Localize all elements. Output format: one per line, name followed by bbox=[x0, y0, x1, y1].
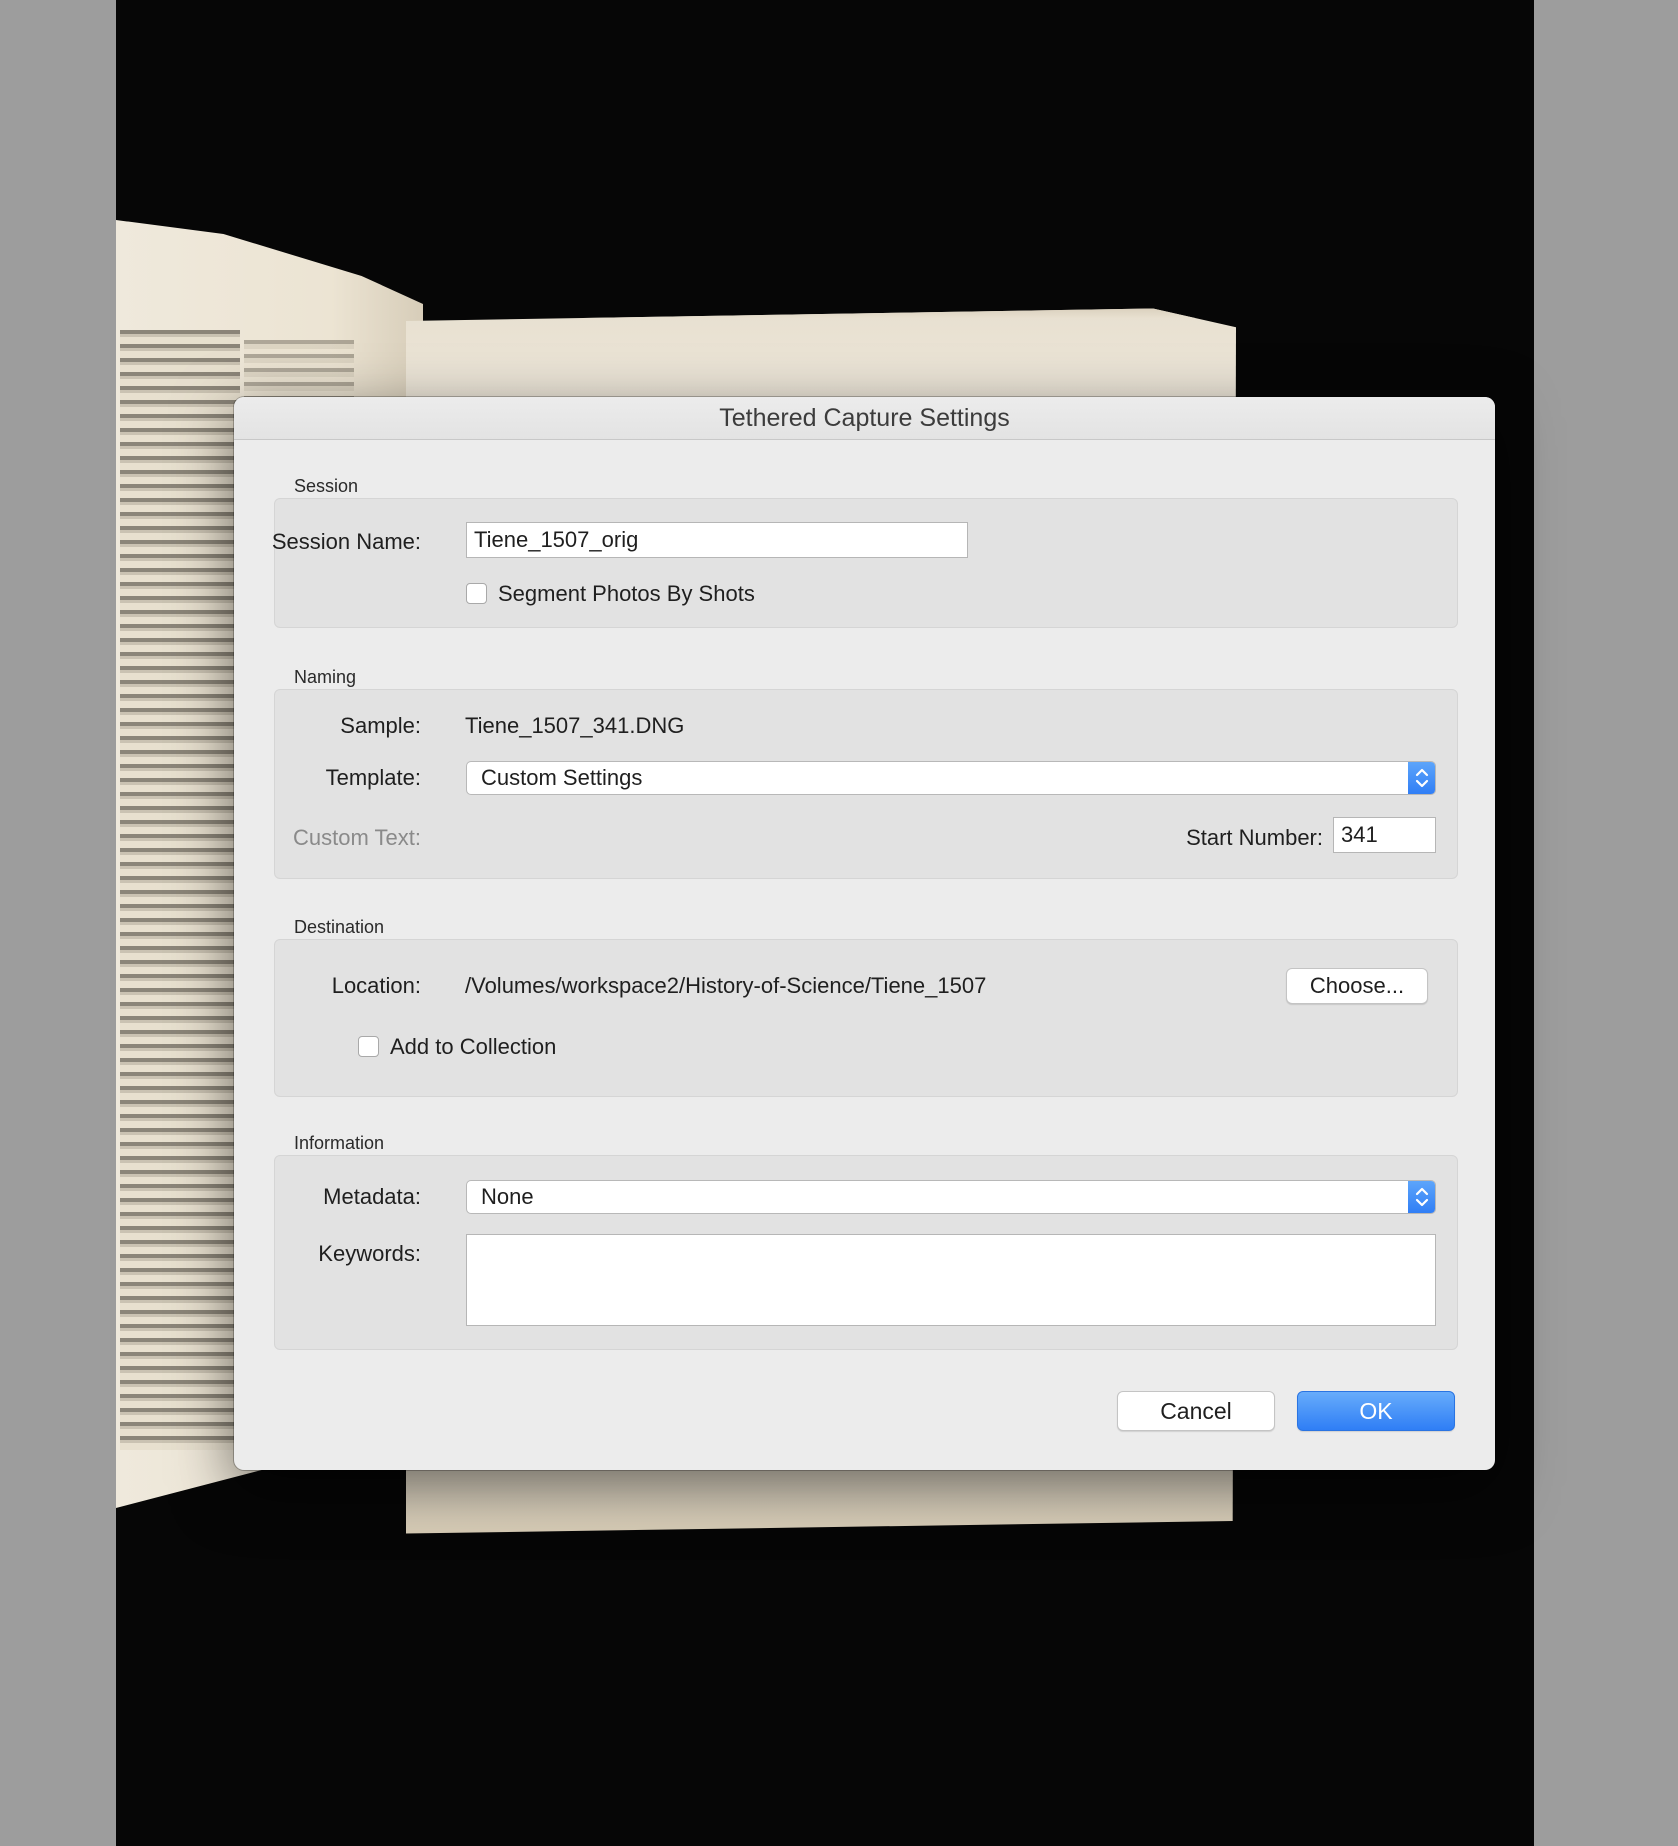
custom-text-label: Custom Text: bbox=[293, 825, 421, 850]
start-number-field[interactable]: 341 bbox=[1333, 817, 1436, 853]
tethered-capture-dialog: Tethered Capture Settings Session Sessio… bbox=[234, 397, 1495, 1470]
dialog-titlebar: Tethered Capture Settings bbox=[234, 397, 1495, 440]
book-page-edge bbox=[406, 308, 1236, 318]
naming-group: Sample: Tiene_1507_341.DNG Template: Cus… bbox=[274, 689, 1458, 879]
session-section-label: Session bbox=[294, 476, 359, 496]
segment-photos-checkbox[interactable] bbox=[466, 583, 487, 604]
metadata-select-value: None bbox=[481, 1184, 534, 1209]
book-text-column bbox=[120, 330, 240, 1450]
session-group: Session Name: Tiene_1507_orig Segment Ph… bbox=[271, 498, 1458, 628]
up-down-chevron-icon bbox=[1408, 762, 1435, 794]
keywords-label: Keywords: bbox=[318, 1241, 421, 1266]
keywords-textarea[interactable] bbox=[466, 1234, 1436, 1326]
up-down-chevron-icon bbox=[1408, 1181, 1435, 1213]
start-number-label: Start Number: bbox=[1186, 825, 1323, 850]
template-label: Template: bbox=[325, 765, 421, 790]
sample-value: Tiene_1507_341.DNG bbox=[465, 713, 685, 738]
metadata-label: Metadata: bbox=[323, 1184, 421, 1209]
cancel-button[interactable]: Cancel bbox=[1117, 1391, 1275, 1431]
add-to-collection-checkbox[interactable] bbox=[358, 1036, 379, 1057]
location-value: /Volumes/workspace2/History-of-Science/T… bbox=[465, 973, 987, 998]
choose-button[interactable]: Choose... bbox=[1286, 968, 1428, 1004]
sample-label: Sample: bbox=[340, 713, 421, 738]
add-to-collection-label: Add to Collection bbox=[390, 1034, 557, 1059]
ok-button[interactable]: OK bbox=[1297, 1391, 1455, 1431]
destination-group: Location: /Volumes/workspace2/History-of… bbox=[274, 939, 1458, 1097]
metadata-select[interactable]: None bbox=[466, 1180, 1436, 1214]
destination-section-label: Destination bbox=[294, 917, 385, 937]
template-select-value: Custom Settings bbox=[481, 765, 643, 790]
information-group: Metadata: None Keywords: bbox=[274, 1155, 1458, 1350]
information-section-label: Information bbox=[294, 1133, 385, 1153]
session-name-label: Session Name: bbox=[271, 529, 421, 554]
template-select[interactable]: Custom Settings bbox=[466, 761, 1436, 795]
location-label: Location: bbox=[331, 973, 421, 998]
naming-section-label: Naming bbox=[294, 667, 357, 687]
segment-photos-label: Segment Photos By Shots bbox=[498, 581, 755, 606]
dialog-title: Tethered Capture Settings bbox=[719, 403, 1010, 432]
session-name-field[interactable]: Tiene_1507_orig bbox=[466, 522, 968, 558]
